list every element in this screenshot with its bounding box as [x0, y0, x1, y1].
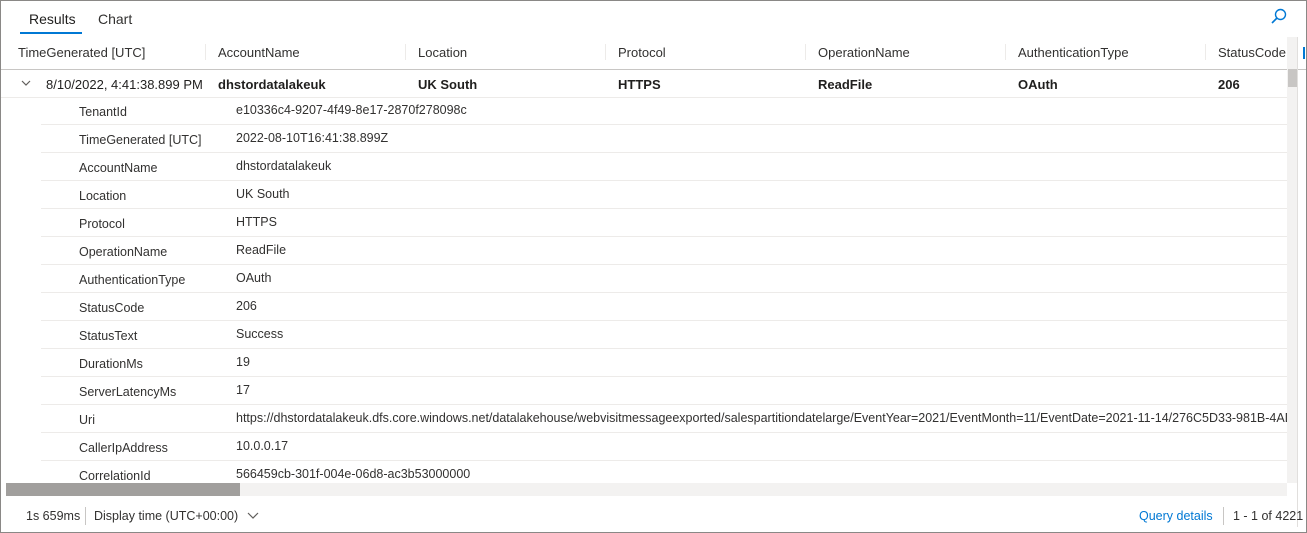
detail-value: 19: [236, 355, 250, 369]
detail-key: TimeGenerated [UTC]: [79, 133, 202, 147]
column-header-authenticationtype[interactable]: AuthenticationType: [1018, 45, 1129, 60]
column-chooser-edge: [1297, 37, 1298, 527]
columns-panel-tab[interactable]: [1303, 47, 1305, 59]
detail-value: 2022-08-10T16:41:38.899Z: [236, 131, 389, 145]
detail-row: CorrelationId 566459cb-301f-004e-06d8-ac…: [41, 461, 1287, 483]
tab-results[interactable]: Results: [29, 11, 76, 27]
column-header-row: TimeGenerated [UTC] AccountName Location…: [1, 37, 1306, 70]
chevron-down-icon[interactable]: [21, 78, 31, 88]
detail-row: AuthenticationType OAuth: [41, 265, 1287, 293]
query-duration: 1s 659ms: [26, 509, 81, 523]
detail-key: OperationName: [79, 245, 168, 259]
column-divider[interactable]: [805, 44, 806, 60]
vertical-scrollbar-thumb[interactable]: [1288, 69, 1297, 87]
table-row[interactable]: 8/10/2022, 4:41:38.899 PM dhstordatalake…: [1, 70, 1287, 98]
column-header-statuscode[interactable]: StatusCode: [1218, 45, 1286, 60]
detail-row: Location UK South: [41, 181, 1287, 209]
detail-row: Uri https://dhstordatalakeuk.dfs.core.wi…: [41, 405, 1287, 433]
detail-key: CorrelationId: [79, 469, 151, 483]
detail-row: CallerIpAddress 10.0.0.17: [41, 433, 1287, 461]
detail-value: OAuth: [236, 271, 272, 285]
column-divider[interactable]: [405, 44, 406, 60]
divider: [1223, 507, 1224, 525]
detail-value: UK South: [236, 187, 290, 201]
chevron-down-icon[interactable]: [247, 511, 259, 521]
cell-protocol: HTTPS: [618, 77, 661, 92]
detail-key: DurationMs: [79, 357, 143, 371]
detail-value: 17: [236, 383, 250, 397]
detail-key: StatusText: [79, 329, 138, 343]
cell-location: UK South: [418, 77, 478, 92]
cell-operationname: ReadFile: [818, 77, 873, 92]
divider: [85, 507, 86, 525]
detail-row: Protocol HTTPS: [41, 209, 1287, 237]
cell-accountname: dhstordatalakeuk: [218, 77, 326, 92]
detail-key: Uri: [79, 413, 95, 427]
detail-value: Success: [236, 327, 284, 341]
detail-value: 206: [236, 299, 257, 313]
detail-key: StatusCode: [79, 301, 145, 315]
column-header-accountname[interactable]: AccountName: [218, 45, 300, 60]
column-divider[interactable]: [605, 44, 606, 60]
results-pane: Results Chart TimeGenerated [UTC] Accoun…: [0, 0, 1307, 533]
status-bar: 1s 659ms Display time (UTC+00:00) Query …: [1, 501, 1306, 532]
detail-key: TenantId: [79, 105, 127, 119]
display-time-dropdown[interactable]: Display time (UTC+00:00): [94, 509, 238, 523]
detail-value: e10336c4-9207-4f49-8e17-2870f278098c: [236, 103, 467, 117]
column-divider[interactable]: [1205, 44, 1206, 60]
horizontal-scrollbar-thumb[interactable]: [6, 483, 240, 496]
vertical-scrollbar[interactable]: [1287, 37, 1297, 483]
detail-row: AccountName dhstordatalakeuk: [41, 153, 1287, 181]
detail-row: StatusCode 206: [41, 293, 1287, 321]
detail-key: AccountName: [79, 161, 158, 175]
detail-row: DurationMs 19: [41, 349, 1287, 377]
detail-row: ServerLatencyMs 17: [41, 377, 1287, 405]
detail-row: StatusText Success: [41, 321, 1287, 349]
detail-key: Protocol: [79, 217, 125, 231]
detail-value: dhstordatalakeuk: [236, 159, 332, 173]
detail-value: HTTPS: [236, 215, 277, 229]
detail-row: TimeGenerated [UTC] 2022-08-10T16:41:38.…: [41, 125, 1287, 153]
tab-chart[interactable]: Chart: [98, 11, 132, 27]
detail-key: ServerLatencyMs: [79, 385, 177, 399]
result-count: 1 - 1 of 4221: [1233, 509, 1304, 523]
detail-row: TenantId e10336c4-9207-4f49-8e17-2870f27…: [41, 97, 1287, 125]
detail-value: ReadFile: [236, 243, 287, 257]
detail-key: AuthenticationType: [79, 273, 186, 287]
column-divider[interactable]: [205, 44, 206, 60]
search-icon[interactable]: [1269, 7, 1289, 27]
cell-statuscode: 206: [1218, 77, 1240, 92]
column-header-protocol[interactable]: Protocol: [618, 45, 666, 60]
tab-bar: Results Chart: [1, 1, 1306, 35]
detail-key: Location: [79, 189, 127, 203]
detail-value: 10.0.0.17: [236, 439, 289, 453]
column-header-operationname[interactable]: OperationName: [818, 45, 910, 60]
column-header-timegenerated[interactable]: TimeGenerated [UTC]: [18, 45, 145, 60]
query-details-link[interactable]: Query details: [1139, 509, 1213, 523]
column-divider[interactable]: [1005, 44, 1006, 60]
column-header-location[interactable]: Location: [418, 45, 467, 60]
cell-authenticationtype: OAuth: [1018, 77, 1058, 92]
detail-value: 566459cb-301f-004e-06d8-ac3b53000000: [236, 467, 471, 481]
active-tab-indicator: [20, 32, 82, 34]
cell-timegenerated: 8/10/2022, 4:41:38.899 PM: [46, 77, 203, 92]
detail-key: CallerIpAddress: [79, 441, 168, 455]
row-details: TenantId e10336c4-9207-4f49-8e17-2870f27…: [1, 97, 1287, 483]
detail-row: OperationName ReadFile: [41, 237, 1287, 265]
detail-value: https://dhstordatalakeuk.dfs.core.window…: [236, 411, 1287, 425]
